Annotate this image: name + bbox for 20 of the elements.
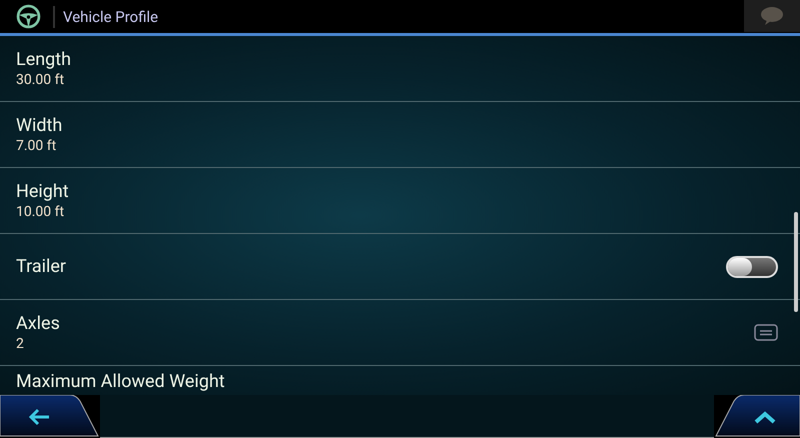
setting-label: Maximum Allowed Weight [16,370,226,392]
scrollbar[interactable] [794,212,798,312]
steering-wheel-icon[interactable] [16,4,41,29]
scroll-up-button[interactable] [714,395,800,438]
window-title: Vehicle Profile [63,8,160,26]
setting-label: Width [16,115,64,136]
setting-value: 2 [16,336,25,352]
back-button[interactable] [0,395,100,438]
setting-label: Axles [16,313,61,334]
caret-up-icon [753,410,777,424]
trailer-toggle[interactable] [726,256,778,278]
setting-value: 30.00 ft [16,72,66,88]
setting-label: Trailer [16,256,68,277]
setting-label: Height [16,181,70,202]
list-icon[interactable] [754,324,778,341]
setting-value: 7.00 ft [16,138,58,154]
speech-bubble-icon [759,6,785,26]
setting-value: 10.00 ft [16,204,66,220]
back-arrow-icon [27,408,51,426]
setting-label: Length [16,49,72,70]
